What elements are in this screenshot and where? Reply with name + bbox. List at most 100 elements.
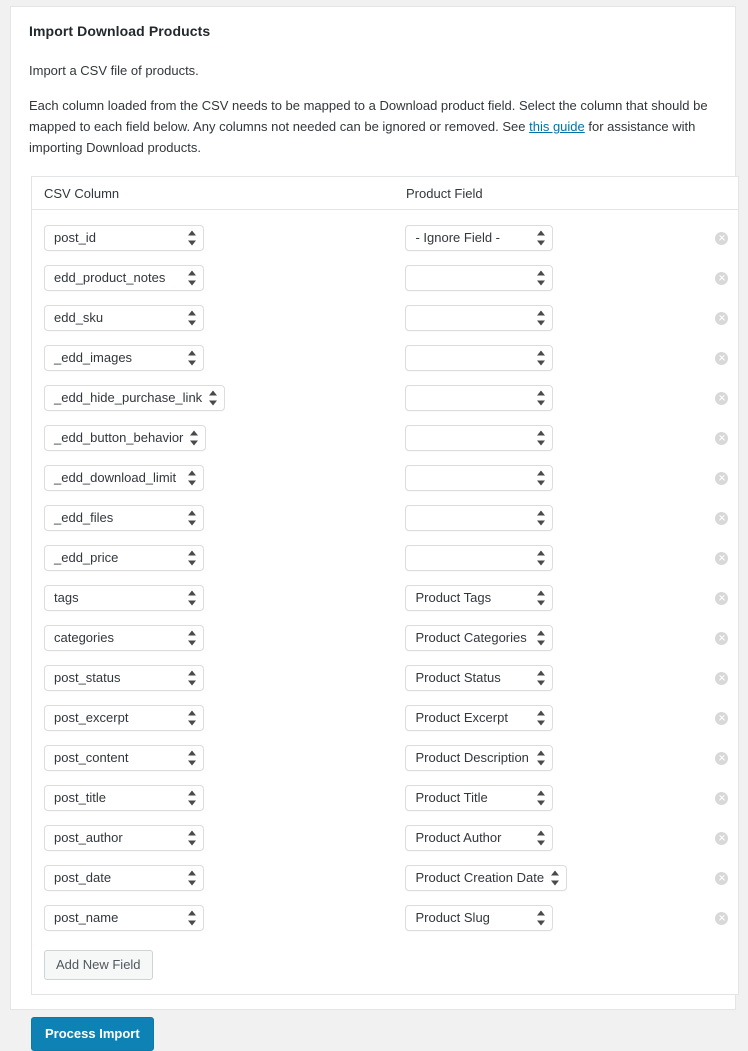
product-field-select[interactable]: Product Excerpt [405,705,554,732]
cell-csv-column: post_excerpt [44,705,405,732]
remove-circle-icon[interactable] [715,351,728,365]
csv-column-select[interactable]: post_author [44,825,204,852]
cell-csv-column: post_author [44,825,405,852]
csv-column-select[interactable]: _edd_images [44,345,204,372]
remove-circle-icon[interactable] [715,511,728,525]
csv-column-select[interactable]: _edd_button_behavior [44,425,207,452]
remove-circle-icon[interactable] [715,231,728,245]
remove-circle-icon[interactable] [715,711,728,725]
table-row: _edd_images [32,338,738,378]
product-field-select[interactable] [405,305,554,332]
table-row: _edd_price [32,538,738,578]
process-import-button[interactable]: Process Import [31,1017,154,1051]
cell-product-field [405,545,715,572]
product-field-select[interactable]: Product Author [405,825,554,852]
product-field-select[interactable] [405,425,554,452]
product-field-select[interactable]: Product Slug [405,905,554,932]
product-field-select[interactable]: Product Tags [405,585,554,612]
product-field-select[interactable] [405,505,554,532]
remove-circle-icon[interactable] [715,551,728,565]
csv-column-select[interactable]: post_id [44,225,204,252]
csv-column-select[interactable]: edd_sku [44,305,204,332]
remove-circle-icon[interactable] [715,471,728,485]
csv-column-select[interactable]: post_content [44,745,204,772]
product-field-select[interactable]: Product Categories [405,625,554,652]
cell-product-field: Product Creation Date [405,865,715,892]
csv-column-select[interactable]: post_name [44,905,204,932]
cell-csv-column: post_date [44,865,405,892]
remove-circle-icon[interactable] [715,751,728,765]
cell-product-field [405,305,715,332]
product-field-select[interactable]: Product Title [405,785,554,812]
csv-column-select-value: post_content [54,750,129,766]
csv-column-select-value: post_title [54,790,107,806]
csv-column-select[interactable]: edd_product_notes [44,265,204,292]
this-guide-link[interactable]: this guide [529,119,585,134]
cell-csv-column: post_id [44,225,405,252]
cell-csv-column: _edd_hide_purchase_link [44,385,405,412]
csv-column-select-value: _edd_download_limit [54,470,177,486]
remove-circle-icon[interactable] [715,831,728,845]
cell-csv-column: tags [44,585,405,612]
remove-circle-icon[interactable] [715,911,728,925]
select-stepper-icon [188,550,196,566]
remove-circle-icon[interactable] [715,631,728,645]
remove-circle-icon[interactable] [715,791,728,805]
select-stepper-icon [188,470,196,486]
csv-column-select[interactable]: post_status [44,665,204,692]
table-row: edd_sku [32,298,738,338]
select-stepper-icon [188,310,196,326]
select-stepper-icon [537,470,546,486]
remove-circle-icon[interactable] [715,311,728,325]
product-field-select[interactable]: Product Status [405,665,554,692]
cell-remove [715,871,738,885]
csv-column-select[interactable]: _edd_hide_purchase_link [44,385,226,412]
product-field-select[interactable]: Product Creation Date [405,865,568,892]
product-field-select[interactable] [405,465,554,492]
cell-remove [715,751,738,765]
product-field-select-value: Product Tags [415,590,492,606]
csv-column-select[interactable]: post_excerpt [44,705,204,732]
table-row: _edd_files [32,498,738,538]
csv-column-select-value: categories [54,630,114,646]
product-field-select[interactable]: - Ignore Field - [405,225,554,252]
select-stepper-icon [537,270,546,286]
remove-circle-icon[interactable] [715,871,728,885]
product-field-select[interactable] [405,345,554,372]
select-stepper-icon [188,910,196,926]
product-field-select[interactable]: Product Description [405,745,554,772]
table-row: post_excerpt Product Excerpt [32,698,738,738]
csv-column-select-value: edd_sku [54,310,104,326]
select-stepper-icon [188,710,196,726]
cell-csv-column: _edd_button_behavior [44,425,405,452]
csv-column-select[interactable]: categories [44,625,204,652]
csv-column-select[interactable]: _edd_download_limit [44,465,204,492]
cell-remove [715,391,738,405]
csv-column-select[interactable]: tags [44,585,204,612]
page-title: Import Download Products [29,23,211,39]
csv-column-select[interactable]: post_date [44,865,204,892]
remove-circle-icon[interactable] [715,271,728,285]
product-field-select[interactable] [405,545,554,572]
csv-column-select[interactable]: _edd_files [44,505,204,532]
remove-circle-icon[interactable] [715,391,728,405]
product-field-select[interactable] [405,385,554,412]
product-field-select[interactable] [405,265,554,292]
cell-csv-column: edd_sku [44,305,405,332]
csv-column-select[interactable]: _edd_price [44,545,204,572]
select-stepper-icon [188,750,196,766]
cell-csv-column: post_name [44,905,405,932]
cell-product-field: Product Slug [405,905,715,932]
remove-circle-icon[interactable] [715,431,728,445]
select-stepper-icon [188,230,196,246]
csv-column-select-value: _edd_price [54,550,119,566]
csv-column-select[interactable]: post_title [44,785,204,812]
add-new-field-button[interactable]: Add New Field [44,950,153,981]
remove-circle-icon[interactable] [715,671,728,685]
table-row: _edd_hide_purchase_link [32,378,738,418]
product-field-select-value: Product Excerpt [415,710,508,726]
cell-remove [715,671,738,685]
select-stepper-icon [537,710,546,726]
cell-csv-column: edd_product_notes [44,265,405,292]
remove-circle-icon[interactable] [715,591,728,605]
